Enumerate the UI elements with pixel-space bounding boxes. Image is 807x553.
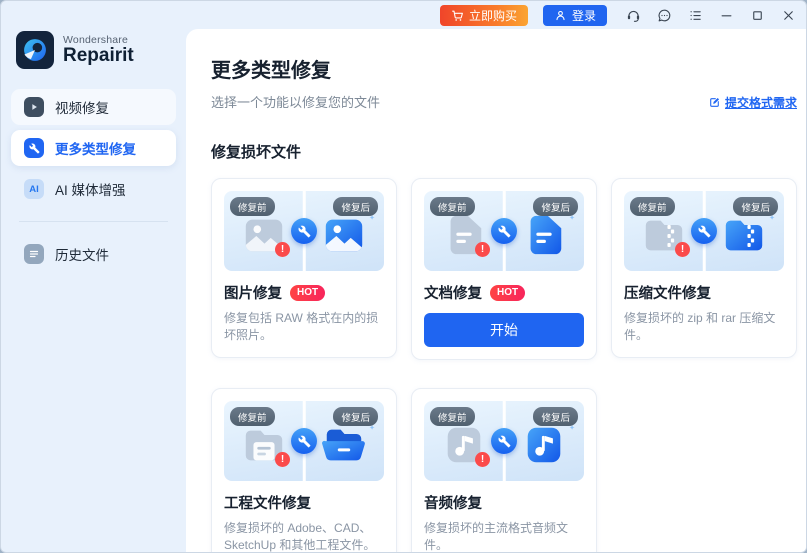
after-badge: 修复后 [733,197,778,216]
sparkle-icon: ✦ [769,215,775,222]
repair-card-project[interactable]: 修复前 修复后 ! ✦ ✦ 工程文件修复 [211,388,397,553]
minimize-icon[interactable] [718,7,734,23]
hot-badge: HOT [490,284,526,301]
sparkle-icon: ✦ [369,215,375,222]
message-icon[interactable] [656,7,672,23]
after-badge: 修复后 [533,197,578,216]
error-badge-icon: ! [475,452,490,467]
before-badge: 修复前 [230,407,275,426]
wrench-icon [24,138,44,158]
headset-icon[interactable] [625,7,641,23]
sparkle-icon: ✦ [569,425,575,432]
list-menu-icon[interactable] [687,7,703,23]
error-badge-icon: ! [675,242,690,257]
after-badge: 修复后 [333,197,378,216]
cart-icon [452,10,463,21]
repaired-file-icon [521,212,567,258]
buy-now-button[interactable]: 立即购买 [439,4,528,26]
person-icon [556,10,565,20]
app-window: 立即购买 登录 Wondershare Repairit 视频修复 更多类型修复… [0,0,807,553]
card-description: 修复损坏的 Adobe、CAD、SketchUp 和其他工程文件。 [224,521,376,553]
before-badge: 修复前 [230,197,275,216]
repair-card-zip[interactable]: 修复前 修复后 ! ✦ ✦ 压缩文件修复 [611,178,797,358]
card-title: 压缩文件修复 [624,286,711,302]
main-panel: 更多类型修复 选择一个功能以修复您的文件 提交格式需求 修复损坏文件 修复前 修… [186,29,806,552]
sidebar-item-label: 视频修复 [55,101,109,116]
before-badge: 修复前 [630,197,675,216]
card-title: 音频修复 [424,496,482,512]
sidebar-item-wrench[interactable]: 更多类型修复 [11,130,176,166]
card-description: 修复损坏的 zip 和 rar 压缩文件。 [624,311,776,343]
before-after-preview: 修复前 修复后 ! ✦ ✦ [224,191,384,271]
sidebar-item-ai[interactable]: AI AI 媒体增强 [11,171,176,207]
sparkle-icon: ✦ [569,215,575,222]
edit-icon [710,97,720,107]
format-request-link[interactable]: 提交格式需求 [708,94,797,111]
repaired-file-icon [321,212,367,258]
error-badge-icon: ! [275,452,290,467]
before-after-preview: 修复前 修复后 ! ✦ ✦ [424,191,584,271]
page-subtitle: 选择一个功能以修复您的文件 [211,95,381,110]
close-icon[interactable] [780,7,796,23]
ai-icon: AI [24,179,44,199]
repaired-file-icon [321,422,367,468]
sidebar-item-label: 更多类型修复 [55,142,136,157]
wrench-icon [691,218,717,244]
repair-card-image[interactable]: 修复前 修复后 ! ✦ ✦ 图片修复 HOT [211,178,397,358]
repairit-logo-icon [16,31,54,69]
wrench-icon [491,428,517,454]
history-list-icon [24,244,44,264]
title-bar: 立即购买 登录 [1,1,806,29]
before-badge: 修复前 [430,197,475,216]
section-title: 修复损坏文件 [211,144,302,161]
video-play-icon [24,97,44,117]
repaired-file-icon [721,212,767,258]
after-badge: 修复后 [333,407,378,426]
after-badge: 修复后 [533,407,578,426]
maximize-icon[interactable] [749,7,765,23]
brand: Wondershare Repairit [16,31,186,69]
hot-badge: HOT [290,284,326,301]
card-description: 修复包括 RAW 格式在内的损坏照片。 [224,311,379,343]
before-after-preview: 修复前 修复后 ! ✦ ✦ [624,191,784,271]
error-badge-icon: ! [475,242,490,257]
before-after-preview: 修复前 修复后 ! ✦ ✦ [224,401,384,481]
sidebar: Wondershare Repairit 视频修复 更多类型修复 AI AI 媒… [1,1,186,552]
cards-grid: 修复前 修复后 ! ✦ ✦ 图片修复 HOT [211,178,801,553]
login-button[interactable]: 登录 [542,4,607,26]
sidebar-divider [19,221,168,222]
before-badge: 修复前 [430,407,475,426]
sidebar-item-video-play[interactable]: 视频修复 [11,89,176,125]
repair-card-document[interactable]: 修复前 修复后 ! ✦ ✦ 文档修复 HOT [411,178,597,360]
sidebar-item-history-list[interactable]: 历史文件 [11,236,176,272]
wrench-icon [291,218,317,244]
wrench-icon [291,428,317,454]
card-title: 工程文件修复 [224,496,311,512]
sidebar-item-label: 历史文件 [55,248,109,263]
sidebar-item-label: AI 媒体增强 [55,183,126,198]
card-title: 图片修复 [224,286,282,302]
card-description: 修复损坏的主流格式音频文件。 [424,521,569,553]
repaired-file-icon [521,422,567,468]
error-badge-icon: ! [275,242,290,257]
start-button[interactable]: 开始 [424,313,584,347]
card-title: 文档修复 [424,286,482,302]
before-after-preview: 修复前 修复后 ! ✦ ✦ [424,401,584,481]
sidebar-menu: 视频修复 更多类型修复 AI AI 媒体增强 历史文件 [1,89,186,272]
brand-repairit: Repairit [63,45,134,67]
sparkle-icon: ✦ [369,425,375,432]
page-title: 更多类型修复 [211,60,331,82]
repair-card-audio[interactable]: 修复前 修复后 ! ✦ ✦ 音频修复 [411,388,597,553]
wrench-icon [491,218,517,244]
